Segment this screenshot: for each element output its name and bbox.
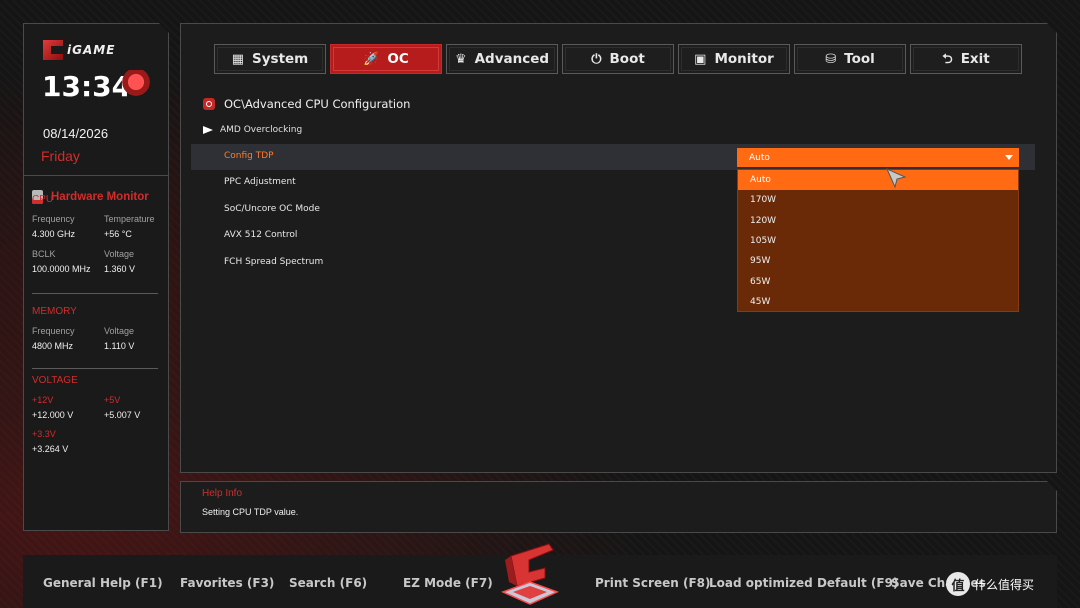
memory-voltage-value: 1.110 V — [104, 341, 135, 351]
arrow-right-icon — [203, 126, 213, 134]
top-tab-bar: ▦ System 🚀 OC ♛ Advanced ⏻ Boot ▣ Monito… — [214, 44, 1022, 74]
cpu-voltage-label: Voltage — [104, 249, 135, 259]
config-tdp-dropdown[interactable]: Auto — [737, 148, 1019, 167]
dropdown-value: Auto — [749, 152, 770, 163]
help-text: Setting CPU TDP value. — [202, 507, 299, 517]
favorites-button[interactable]: Favorites (F3) — [180, 576, 274, 590]
voltage-3v3-value: +3.264 V — [32, 444, 69, 454]
help-title: Help Info — [202, 488, 243, 499]
setting-label: FCH Spread Spectrum — [224, 257, 324, 267]
igame-logo: iGAME — [43, 40, 115, 60]
option-45w[interactable]: 45W — [738, 292, 1018, 312]
option-105w[interactable]: 105W — [738, 231, 1018, 251]
tab-advanced[interactable]: ♛ Advanced — [446, 44, 558, 74]
clock-day: Friday — [41, 148, 80, 164]
tab-boot[interactable]: ⏻ Boot — [562, 44, 674, 74]
divider — [32, 293, 158, 294]
voltage-5v-label: +5V — [104, 395, 121, 405]
tab-label: Tool — [844, 51, 875, 67]
submenu-label: AMD Overclocking — [220, 125, 303, 135]
back-arrow-icon: ⮌ — [942, 51, 953, 67]
tab-label: Monitor — [714, 51, 774, 67]
cpu-temperature-label: Temperature — [104, 214, 155, 224]
option-120w[interactable]: 120W — [738, 211, 1018, 231]
option-65w[interactable]: 65W — [738, 271, 1018, 291]
tab-exit[interactable]: ⮌ Exit — [910, 44, 1022, 74]
tab-tool[interactable]: ⛁ Tool — [794, 44, 906, 74]
breadcrumb-text: OC\Advanced CPU Configuration — [224, 97, 411, 111]
setting-label: SoC/Uncore OC Mode — [224, 204, 320, 214]
general-help-button[interactable]: General Help (F1) — [43, 576, 163, 590]
voltage-5v-value: +5.007 V — [104, 410, 141, 420]
tab-label: OC — [387, 51, 409, 67]
left-info-panel: iGAME 13:34 08/14/2026 Friday Hardware M… — [23, 23, 169, 531]
clock-date: 08/14/2026 — [43, 126, 109, 141]
ez-mode-button[interactable]: EZ Mode (F7) — [403, 576, 493, 590]
mouse-cursor-icon — [885, 167, 907, 189]
voltage-section-title: VOLTAGE — [32, 375, 78, 386]
help-info-panel: Help Info Setting CPU TDP value. — [180, 481, 1057, 533]
voltage-3v3-label: +3.3V — [32, 429, 56, 439]
divider — [32, 368, 158, 369]
igame-logo-mark — [43, 40, 63, 60]
memory-section-title: MEMORY — [32, 306, 77, 317]
toolbox-icon: ⛁ — [825, 51, 837, 67]
caret-down-icon — [1005, 155, 1013, 160]
option-95w[interactable]: 95W — [738, 251, 1018, 271]
submenu-amd-overclocking[interactable]: AMD Overclocking — [203, 125, 302, 135]
memory-frequency-label: Frequency — [32, 326, 75, 336]
tab-label: System — [252, 51, 309, 67]
load-default-button[interactable]: Load optimized Default (F9) — [709, 576, 898, 590]
tab-monitor[interactable]: ▣ Monitor — [678, 44, 790, 74]
main-settings-panel: ▦ System 🚀 OC ♛ Advanced ⏻ Boot ▣ Monito… — [180, 23, 1057, 473]
power-icon: ⏻ — [591, 51, 602, 67]
setting-label: AVX 512 Control — [224, 230, 298, 240]
tab-oc[interactable]: 🚀 OC — [330, 44, 442, 74]
setting-label: PPC Adjustment — [224, 177, 296, 187]
cpu-bclk-value: 100.0000 MHz — [32, 264, 91, 274]
print-screen-button[interactable]: Print Screen (F8) — [595, 576, 710, 590]
watermark: 值 什么值得买 — [946, 572, 1034, 596]
cpu-frequency-label: Frequency — [32, 214, 75, 224]
memory-frequency-value: 4800 MHz — [32, 341, 74, 351]
hardware-monitor-title: Hardware Monitor — [51, 191, 149, 203]
memory-voltage-label: Voltage — [104, 326, 135, 336]
crown-icon: ♛ — [454, 51, 467, 67]
cpu-section-title: CPU — [32, 194, 54, 205]
search-button[interactable]: Search (F6) — [289, 576, 367, 590]
tab-label: Advanced — [474, 51, 550, 67]
clock-time: 13:34 — [42, 70, 132, 103]
grid-icon: ▦ — [231, 51, 245, 67]
igame-logo-text: iGAME — [67, 43, 116, 57]
option-auto[interactable]: Auto — [738, 170, 1018, 190]
settings-icon — [203, 98, 215, 110]
tab-label: Exit — [960, 51, 990, 67]
config-tdp-options: Auto 170W 120W 105W 95W 65W 45W — [737, 169, 1019, 312]
option-170w[interactable]: 170W — [738, 190, 1018, 210]
tab-system[interactable]: ▦ System — [214, 44, 326, 74]
monitor-icon: ▣ — [694, 51, 707, 67]
setting-label: Config TDP — [224, 151, 274, 161]
voltage-12v-label: +12V — [32, 395, 54, 405]
divider — [24, 175, 170, 176]
cpu-bclk-label: BCLK — [32, 249, 56, 259]
cpu-temperature-value: +56 °C — [104, 229, 132, 239]
rocket-icon: 🚀 — [363, 51, 380, 67]
cpu-frequency-value: 4.300 GHz — [32, 229, 76, 239]
voltage-12v-value: +12.000 V — [32, 410, 74, 420]
mascot-icon — [122, 70, 150, 100]
watermark-text: 什么值得买 — [974, 577, 1035, 592]
tab-label: Boot — [609, 51, 645, 67]
breadcrumb: OC\Advanced CPU Configuration — [203, 97, 410, 111]
igame-emblem-icon — [501, 543, 559, 605]
watermark-logo-icon: 值 — [946, 572, 970, 596]
cpu-voltage-value: 1.360 V — [104, 264, 136, 274]
